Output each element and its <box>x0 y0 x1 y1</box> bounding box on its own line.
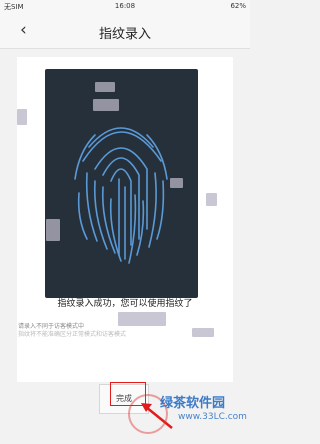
watermark-site: 绿茶软件园 <box>160 396 226 411</box>
annotation-arrow-icon <box>141 403 173 429</box>
watermark-url: www.33LC.com <box>178 412 247 422</box>
